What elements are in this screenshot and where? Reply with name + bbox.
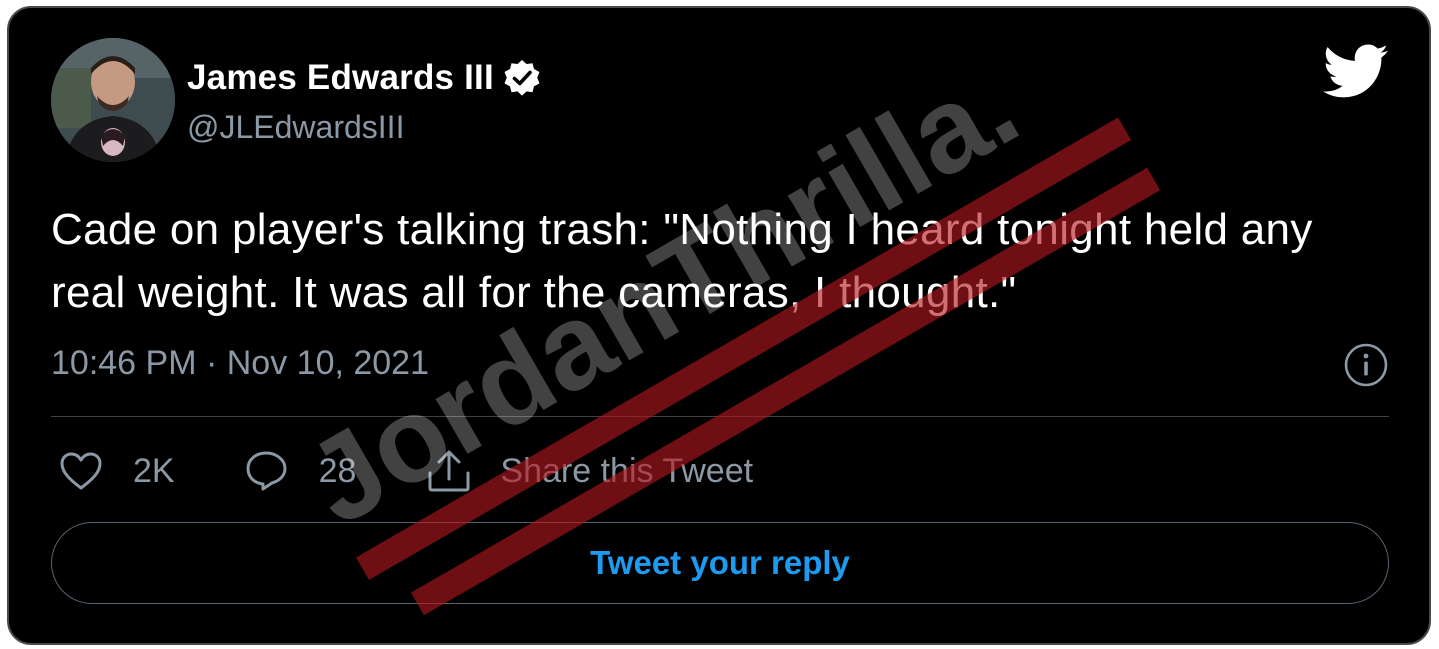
author-name-row[interactable]: James Edwards III <box>187 56 542 100</box>
avatar-photo <box>51 38 175 162</box>
divider <box>51 416 1389 417</box>
reply-label: Tweet your reply <box>590 544 850 581</box>
verified-badge-icon <box>502 58 542 98</box>
like-count: 2K <box>133 451 175 490</box>
author-handle[interactable]: @JLEdwardsIII <box>187 109 404 146</box>
speech-bubble-icon <box>246 451 287 491</box>
info-icon[interactable] <box>1343 342 1389 388</box>
display-name[interactable]: James Edwards III <box>187 58 494 98</box>
like-button[interactable]: 2K <box>59 451 175 491</box>
share-icon <box>428 450 470 492</box>
action-bar: 2K 28 Share this Tweet <box>59 444 823 498</box>
tweet-timestamp[interactable]: 10:46 PM · Nov 10, 2021 <box>51 344 429 383</box>
watermark-stripe <box>356 117 1132 580</box>
share-button[interactable]: Share this Tweet <box>426 449 753 493</box>
share-label: Share this Tweet <box>500 451 754 490</box>
tweet-text: Cade on player's talking trash: "Nothing… <box>51 205 1313 317</box>
tweet-reply-button[interactable]: Tweet your reply <box>51 522 1389 604</box>
tweet-card: James Edwards III @JLEdwardsIII Cade on … <box>7 6 1431 645</box>
twitter-bird-icon[interactable] <box>1323 44 1389 100</box>
reply-count: 28 <box>318 451 357 490</box>
reply-button[interactable]: 28 <box>245 450 357 492</box>
heart-icon <box>60 452 102 490</box>
avatar[interactable] <box>51 38 175 162</box>
